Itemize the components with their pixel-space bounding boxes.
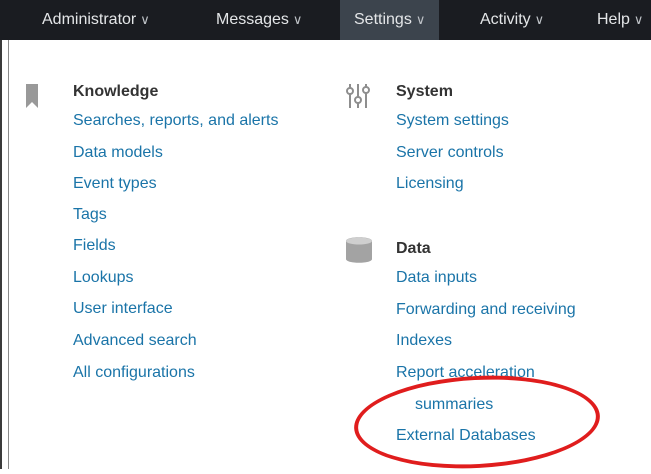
link-forwarding-receiving[interactable]: Forwarding and receiving	[396, 301, 576, 319]
link-advanced-search[interactable]: Advanced search	[73, 332, 197, 350]
link-fields[interactable]: Fields	[73, 237, 116, 255]
data-heading: Data	[396, 240, 431, 257]
link-searches-reports-alerts[interactable]: Searches, reports, and alerts	[73, 112, 278, 130]
link-system-settings[interactable]: System settings	[396, 112, 509, 130]
nav-activity[interactable]: Activity ∨	[480, 0, 544, 40]
highlight-circle	[351, 369, 603, 474]
link-external-databases[interactable]: External Databases	[396, 427, 536, 445]
chevron-down-icon: ∨	[633, 12, 644, 27]
nav-help-label: Help	[597, 11, 630, 28]
link-server-controls[interactable]: Server controls	[396, 144, 504, 162]
link-event-types[interactable]: Event types	[73, 175, 157, 193]
system-heading: System	[396, 83, 453, 100]
nav-settings[interactable]: Settings ∨	[340, 0, 440, 40]
link-data-models[interactable]: Data models	[73, 144, 163, 162]
knowledge-heading: Knowledge	[73, 83, 159, 100]
link-user-interface[interactable]: User interface	[73, 300, 173, 318]
link-indexes[interactable]: Indexes	[396, 332, 452, 350]
link-licensing[interactable]: Licensing	[396, 175, 464, 193]
nav-messages[interactable]: Messages ∨	[216, 0, 302, 40]
sliders-icon	[346, 84, 370, 108]
chevron-down-icon: ∨	[292, 12, 303, 27]
link-report-acceleration[interactable]: Report acceleration	[396, 364, 535, 382]
link-tags[interactable]: Tags	[73, 206, 107, 224]
link-all-configurations[interactable]: All configurations	[73, 364, 195, 382]
nav-help[interactable]: Help ∨	[597, 0, 643, 40]
page-edge	[0, 40, 2, 469]
nav-settings-label: Settings	[354, 11, 412, 28]
database-icon	[346, 237, 372, 263]
nav-administrator[interactable]: Administrator ∨	[42, 0, 150, 40]
nav-administrator-label: Administrator	[42, 11, 137, 28]
settings-dropdown-panel: Knowledge Searches, reports, and alerts …	[9, 40, 651, 474]
link-report-acceleration-summaries[interactable]: summaries	[415, 396, 493, 414]
chevron-down-icon: ∨	[415, 12, 426, 27]
nav-activity-label: Activity	[480, 11, 531, 28]
link-data-inputs[interactable]: Data inputs	[396, 269, 477, 287]
nav-messages-label: Messages	[216, 11, 289, 28]
chevron-down-icon: ∨	[140, 12, 150, 27]
link-lookups[interactable]: Lookups	[73, 269, 134, 287]
top-nav-bar: Administrator ∨ Messages ∨ Settings ∨ Activ…	[0, 0, 651, 40]
chevron-down-icon: ∨	[534, 12, 545, 27]
bookmark-icon	[26, 84, 38, 108]
